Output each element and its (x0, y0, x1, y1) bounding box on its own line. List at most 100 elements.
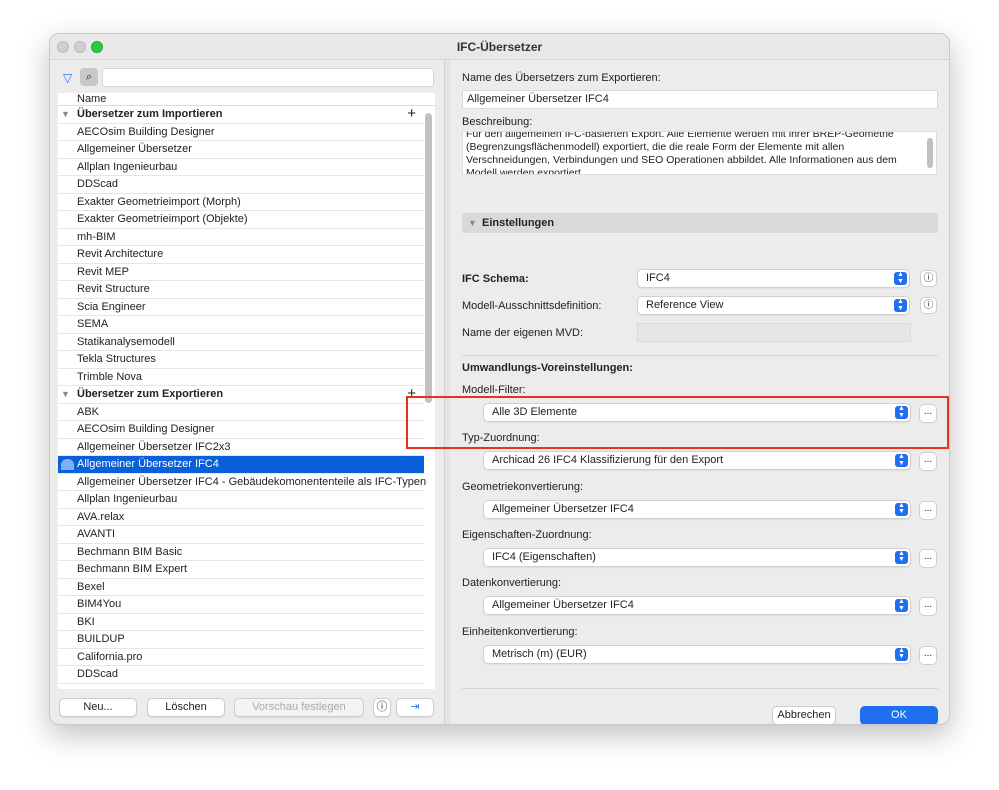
list-item[interactable]: Statikanalysemodell (58, 334, 424, 351)
ifc-schema-select[interactable]: IFC4 ▲ ▼ (637, 269, 910, 288)
divider (462, 688, 938, 689)
name-field[interactable]: Allgemeiner Übersetzer IFC4 (462, 90, 938, 109)
list-item[interactable]: Bechmann BIM Basic (58, 544, 424, 561)
info-icon[interactable]: ⓘ (920, 297, 937, 314)
property-mapping-label: Eigenschaften-Zuordnung: (462, 528, 592, 541)
section-label: Übersetzer zum Importieren (77, 108, 223, 120)
list-item-label: Allgemeiner Übersetzer IFC4 (77, 458, 219, 470)
list-item[interactable]: Allplan Ingenieurbau (58, 491, 424, 509)
unit-conversion-label: Einheitenkonvertierung: (462, 625, 578, 638)
list-item-label: AECOsim Building Designer (77, 423, 215, 435)
info-icon[interactable]: ⓘ (373, 698, 391, 717)
description-field[interactable]: Für den allgemeinen IFC-basierten Export… (462, 131, 937, 175)
mvd-label: Modell-Ausschnittsdefinition: (462, 300, 602, 312)
geometry-conversion-select[interactable]: Allgemeiner Übersetzer IFC4 ▲ ▼ (483, 499, 911, 519)
ok-button[interactable]: OK (860, 706, 938, 724)
chevron-updown-icon: ▲ ▼ (895, 502, 908, 516)
list-item[interactable]: Allgemeiner Übersetzer (58, 141, 424, 159)
info-icon[interactable]: ⓘ (920, 270, 937, 287)
mvd-value: Reference View (646, 299, 724, 311)
list-item-label: Bechmann BIM Expert (77, 563, 188, 575)
list-item-label: Allplan Ingenieurbau (77, 160, 178, 173)
list-item[interactable]: Bechmann BIM Expert (58, 561, 424, 579)
delete-button[interactable]: Löschen (147, 698, 225, 717)
list-item[interactable]: DDScad (58, 176, 424, 194)
chevron-updown-icon: ▲ ▼ (894, 271, 907, 285)
list-item[interactable]: Scia Engineer (58, 299, 424, 316)
mvd-select[interactable]: Reference View ▲ ▼ (637, 296, 910, 315)
new-button[interactable]: Neu... (59, 698, 137, 717)
list-item[interactable]: Allgemeiner Übersetzer IFC2x3 (58, 439, 424, 456)
add-import-icon[interactable]: + (407, 105, 416, 122)
type-mapping-select[interactable]: Archicad 26 IFC4 Klassifizierung für den… (483, 451, 911, 471)
list-item[interactable]: mh-BIM (58, 229, 424, 246)
search-input[interactable] (102, 68, 434, 87)
title-bar: IFC-Übersetzer (50, 34, 949, 60)
list-item[interactable]: Exakter Geometrieimport (Objekte) (58, 211, 424, 229)
list-item[interactable]: Exakter Geometrieimport (Morph) (58, 194, 424, 211)
list-item[interactable]: AVANTI (58, 526, 424, 544)
list-item[interactable]: Tekla Structures (58, 351, 424, 369)
list-item[interactable]: BKI (58, 614, 424, 631)
section-label: Übersetzer zum Exportieren (77, 388, 224, 400)
list-item[interactable]: AECOsim Building Designer (58, 421, 424, 439)
list-item[interactable]: AECOsim Building Designer (58, 124, 424, 141)
list-scrollbar[interactable] (425, 113, 432, 403)
list-item[interactable]: DDScad (58, 666, 424, 684)
description-scrollbar[interactable] (927, 138, 933, 168)
property-mapping-options-button[interactable]: ... (919, 548, 937, 568)
settings-section-header[interactable]: ▼ Einstellungen (462, 213, 938, 233)
list-item[interactable]: SEMA (58, 316, 424, 334)
list-item[interactable]: Revit Architecture (58, 246, 424, 264)
conversion-presets-header: Umwandlungs-Voreinstellungen: (462, 362, 633, 374)
list-item-label: Exakter Geometrieimport (Morph) (77, 195, 241, 208)
list-item-label: Revit Structure (77, 283, 150, 295)
disclosure-triangle-icon[interactable]: ▼ (61, 386, 70, 403)
list-item[interactable]: California.pro (58, 649, 424, 666)
model-filter-label: Modell-Filter: (462, 384, 526, 396)
list-item[interactable]: Trimble Nova (58, 369, 424, 386)
list-item-label: DDScad (77, 178, 118, 190)
type-mapping-options-button[interactable]: ... (919, 452, 937, 472)
disclosure-triangle-icon[interactable]: ▼ (468, 213, 477, 233)
list-item-label: BUILDUP (77, 633, 125, 645)
unit-conversion-options-button[interactable]: ... (919, 645, 937, 665)
geometry-conversion-options-button[interactable]: ... (919, 500, 937, 520)
list-item[interactable]: AVA.relax (58, 509, 424, 526)
data-conversion-options-button[interactable]: ... (919, 597, 937, 617)
data-conversion-select[interactable]: Allgemeiner Übersetzer IFC4 ▲ ▼ (483, 596, 911, 616)
list-item[interactable]: Revit MEP (58, 264, 424, 281)
custom-mvd-field[interactable] (637, 323, 911, 342)
list-item-label: AVA.relax (77, 510, 125, 523)
cancel-button[interactable]: Abbrechen (772, 706, 836, 724)
filter-icon[interactable]: ▽ (63, 71, 72, 85)
set-preview-button[interactable]: Vorschau festlegen (234, 698, 364, 717)
list-item[interactable]: Allgemeiner Übersetzer IFC4 - Gebäudekom… (58, 474, 426, 491)
ifc-schema-value: IFC4 (646, 272, 670, 284)
list-item[interactable]: Allplan Ingenieurbau (58, 159, 424, 176)
section-import[interactable]: ▼ Übersetzer zum Importieren + (58, 105, 424, 124)
list-item-label: Statikanalysemodell (77, 335, 175, 348)
list-item[interactable]: Revit Structure (58, 281, 424, 299)
import-file-icon[interactable]: ⇥ (396, 698, 434, 717)
chevron-updown-icon: ▲ ▼ (895, 453, 908, 468)
list-item[interactable]: ABK (58, 404, 424, 421)
list-item-label: Exakter Geometrieimport (Objekte) (77, 213, 248, 225)
column-header-name[interactable]: Name (58, 93, 435, 106)
description-text: Für den allgemeinen IFC-basierten Export… (466, 131, 897, 175)
section-export[interactable]: ▼ Übersetzer zum Exportieren + (58, 385, 424, 404)
list-item-label: Bechmann BIM Basic (77, 545, 183, 558)
unit-conversion-select[interactable]: Metrisch (m) (EUR) ▲ ▼ (483, 644, 911, 664)
geometry-conversion-label: Geometriekonvertierung: (462, 480, 584, 493)
list-item-label: mh-BIM (77, 230, 116, 243)
property-mapping-select[interactable]: IFC4 (Eigenschaften) ▲ ▼ (483, 547, 911, 567)
list-item[interactable]: Allgemeiner Übersetzer IFC4 (58, 456, 424, 474)
list-item-label: DDScad (77, 668, 118, 680)
list-item-label: Revit MEP (77, 265, 129, 278)
search-icon[interactable]: ⌕ (80, 68, 98, 86)
list-item[interactable]: BUILDUP (58, 631, 424, 649)
list-item[interactable]: BIM4You (58, 596, 424, 614)
list-item[interactable]: Bexel (58, 579, 424, 596)
disclosure-triangle-icon[interactable]: ▼ (61, 106, 70, 123)
list-item-label: California.pro (77, 650, 143, 663)
